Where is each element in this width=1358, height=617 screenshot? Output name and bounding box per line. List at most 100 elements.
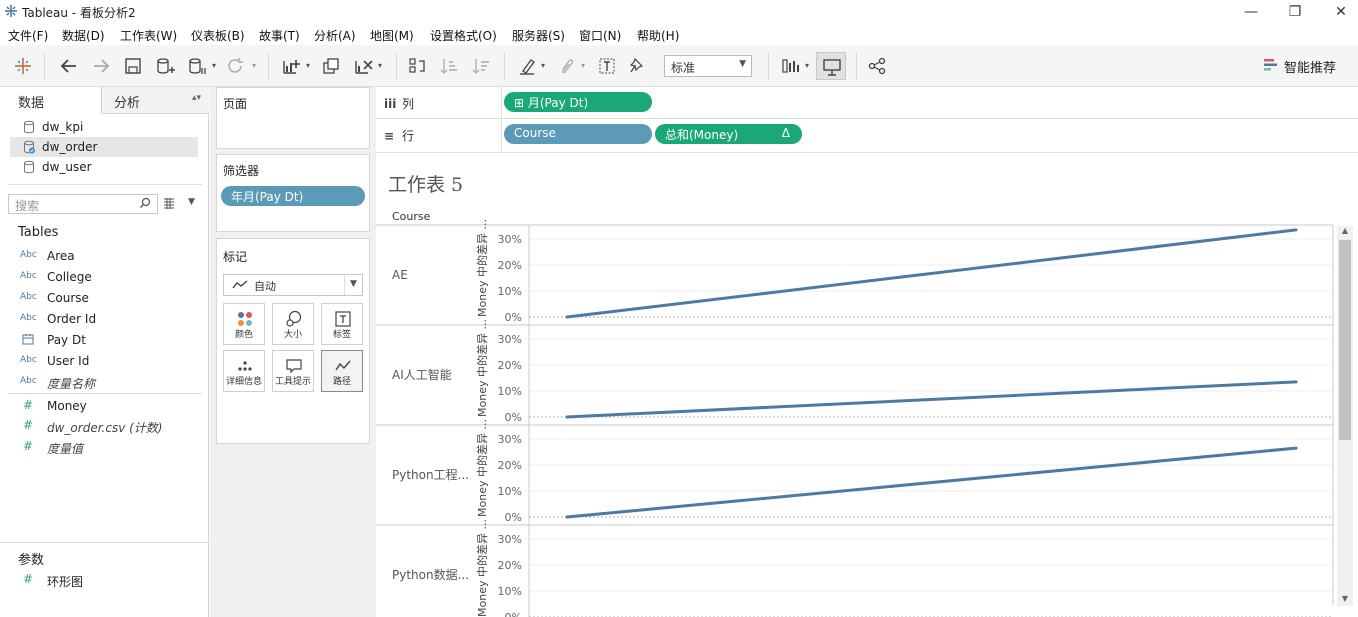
number-type-icon: # [23,439,34,453]
share-icon[interactable] [866,55,888,77]
highlight-icon[interactable] [516,55,538,77]
y-tick-label: 30% [498,233,522,246]
chevron-down-icon: ▼ [739,59,746,69]
columns-shelf[interactable]: iii 列 ⊞ 月(Pay Dt) [376,87,1358,119]
redo-icon[interactable] [90,55,112,77]
search-icon [140,197,151,208]
field-search-input[interactable]: 搜索 [8,194,158,214]
menu-file[interactable]: 文件(F) [8,27,48,44]
datasource-dw-kpi[interactable]: dw_kpi [10,117,198,137]
field-money[interactable]: # Money [20,397,200,417]
save-icon[interactable] [122,55,144,77]
scroll-up-icon[interactable]: ▲ [1337,226,1353,238]
field-measure-values[interactable]: # 度量值 [20,438,200,458]
restore-button[interactable]: ❐ [1280,2,1310,22]
marks-tooltip-button[interactable]: 工具提示 [272,350,314,392]
tables-heading: Tables [18,225,59,240]
field-college[interactable]: Abc College [20,268,200,288]
scroll-down-icon[interactable]: ▼ [1337,594,1353,606]
datasource-dw-user[interactable]: dw_user [10,157,198,177]
pane-menu-icon[interactable]: ▼ [188,197,195,207]
datasource-dw-order[interactable]: dw_order [10,137,198,157]
clear-sheet-icon[interactable] [352,55,374,77]
field-user-id[interactable]: Abc User Id [20,352,200,372]
highlight-dropdown-icon[interactable]: ▾ [541,61,545,70]
new-worksheet-icon[interactable] [280,55,302,77]
field-area[interactable]: Abc Area [20,247,200,267]
sort-ascending-icon[interactable] [438,55,460,77]
presentation-mode-button[interactable] [816,52,846,80]
menu-help[interactable]: 帮助(H) [637,27,679,44]
datasource-dropdown-icon[interactable]: ▾ [212,61,216,70]
presentation-icon [823,59,841,76]
menu-data[interactable]: 数据(D) [62,27,105,44]
datasource-label: dw_kpi [42,120,84,134]
menu-dashboard[interactable]: 仪表板(B) [191,27,245,44]
param-ring-chart[interactable]: # 环形图 [20,571,200,591]
duplicate-sheet-icon[interactable] [320,55,342,77]
cards-dropdown-icon[interactable]: ▾ [805,61,809,70]
filter-pill-month-paydt[interactable]: 年月(Pay Dt) [221,186,365,206]
marks-color-button[interactable]: 颜色 [223,303,265,345]
mark-type-select[interactable]: 自动 ▼ [223,274,363,296]
group-dropdown-icon[interactable]: ▾ [581,61,585,70]
scrollbar-thumb[interactable] [1339,240,1351,440]
minimize-button[interactable]: — [1236,2,1266,22]
new-sheet-dropdown-icon[interactable]: ▾ [306,61,310,70]
vertical-scrollbar[interactable]: ▲ ▼ [1337,226,1353,606]
string-type-icon: Abc [20,355,37,365]
close-button[interactable]: ✕ [1326,2,1356,22]
clear-dropdown-icon[interactable]: ▾ [378,61,382,70]
rows-shelf[interactable]: ≡ 行 Course 总和(Money) Δ [376,119,1358,153]
pause-updates-icon[interactable] [186,55,208,77]
marks-detail-button[interactable]: 详细信息 [223,350,265,392]
menu-format[interactable]: 设置格式(O) [430,27,497,44]
swap-rows-columns-icon[interactable] [406,55,428,77]
view-list-icon[interactable] [163,197,175,209]
column-pill-month-paydt[interactable]: ⊞ 月(Pay Dt) [504,92,652,112]
menu-analysis[interactable]: 分析(A) [314,27,356,44]
detail-icon [238,361,252,371]
menu-story[interactable]: 故事(T) [259,27,300,44]
field-measure-names[interactable]: Abc 度量名称 [20,373,200,393]
tableau-home-icon[interactable] [12,55,34,77]
pages-card[interactable]: 页面 [216,87,370,149]
number-type-icon: # [23,572,34,586]
row-label: Python工程... [392,467,469,482]
new-datasource-icon[interactable] [154,55,176,77]
marks-label-button[interactable]: 标签 [321,303,363,345]
marks-path-button[interactable]: 路径 [321,350,363,392]
y-tick-label: 20% [498,259,522,272]
refresh-icon[interactable] [224,55,246,77]
show-me-button[interactable]: 智能推荐 [1264,57,1336,76]
y-tick-label: 20% [498,459,522,472]
pin-icon[interactable] [626,55,648,77]
refresh-dropdown-icon[interactable]: ▾ [252,61,256,70]
view-size-select[interactable]: 标准 ▼ [664,55,752,77]
y-tick-label: 0% [505,411,522,424]
field-record-count[interactable]: # dw_order.csv (计数) [20,417,200,437]
row-label: AE [392,268,408,282]
calendar-icon [22,334,34,345]
group-members-icon[interactable] [555,55,577,77]
marks-size-button[interactable]: 大小 [272,303,314,345]
row-pill-course[interactable]: Course [504,124,652,144]
tab-data[interactable]: 数据 [0,87,101,114]
line-mark-icon [232,280,248,289]
menu-map[interactable]: 地图(M) [370,27,414,44]
field-order-id[interactable]: Abc Order Id [20,310,200,330]
row-pill-sum-money[interactable]: 总和(Money) Δ [655,124,802,144]
field-label: Area [47,249,75,263]
menu-window[interactable]: 窗口(N) [579,27,621,44]
tab-analysis[interactable]: 分析 ▴▾ [101,87,209,114]
columns-icon: iii [384,97,397,111]
field-course[interactable]: Abc Course [20,289,200,309]
show-mark-labels-icon[interactable] [596,55,618,77]
show-cards-icon[interactable] [780,55,802,77]
filters-card[interactable]: 筛选器 年月(Pay Dt) [216,154,370,232]
menu-server[interactable]: 服务器(S) [512,27,565,44]
menu-worksheet[interactable]: 工作表(W) [120,27,177,44]
sort-descending-icon[interactable] [470,55,492,77]
field-pay-dt[interactable]: Pay Dt [20,331,200,351]
undo-icon[interactable] [58,55,80,77]
